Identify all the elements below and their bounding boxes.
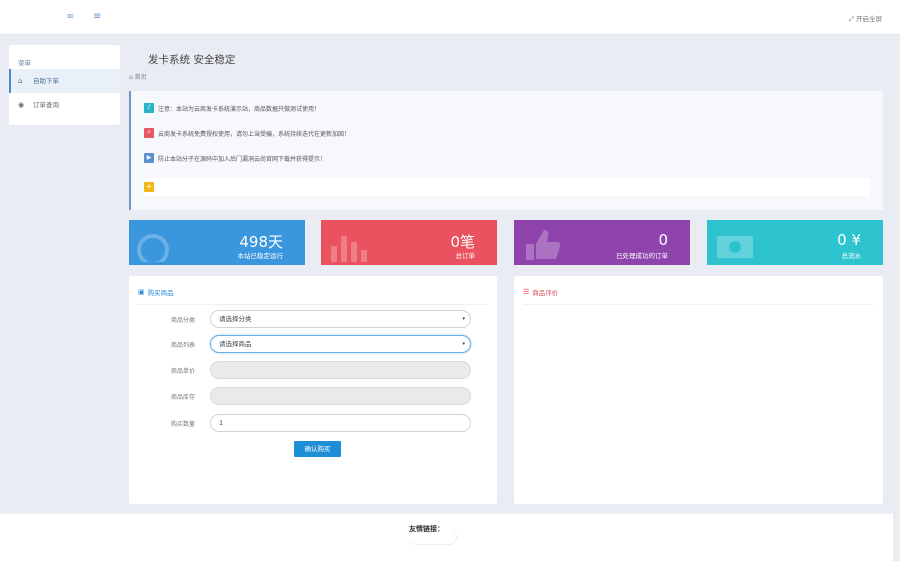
stat-label: 本站已稳定运行 [237, 252, 284, 260]
stock-field [210, 387, 471, 405]
page-title: 发卡系统 安全稳定 [148, 54, 236, 66]
stat-value: 0 [658, 231, 668, 249]
field-label: 商品分类 [170, 317, 195, 324]
thumbs-up-icon [526, 230, 561, 260]
notice-text: 防止本站分子在源码中加入后门漏洞云尚官网下载并获得提示！ [158, 155, 327, 163]
divider [138, 304, 488, 305]
confirm-buy-button[interactable]: 确认购买 [294, 441, 341, 457]
price-field [210, 361, 471, 379]
buy-panel-title: 购买商品 [147, 289, 174, 297]
sidebar-item-label: 自助下单 [33, 77, 59, 85]
home-icon: ⌂ [18, 77, 23, 85]
sidebar-item-self-order[interactable]: ⌂ 自助下单 [9, 69, 120, 93]
stat-label: 总订单 [455, 252, 476, 260]
friend-links-area [409, 529, 457, 545]
money-icon [717, 236, 753, 258]
stat-value: 0笔 [450, 233, 475, 251]
form-row-product: 商品列表 请选择商品 ▾ [129, 335, 497, 353]
product-select[interactable]: 请选择商品 ▾ [210, 335, 471, 353]
notice-text: 云商发卡系统免费授权使用，请勿上当受骗，系统持续迭代在更新加固！ [158, 130, 351, 138]
link-icon[interactable]: ∞ [66, 11, 74, 22]
notice-item: ⚡ 云商发卡系统免费授权使用，请勿上当受骗，系统持续迭代在更新加固！ [144, 128, 350, 138]
fullscreen-button[interactable]: ⤢ 开启全屏 [849, 13, 882, 24]
field-label: 购买数量 [170, 421, 195, 428]
review-panel: ☰ 商品评价 [514, 276, 883, 504]
form-row-quantity: 购买数量 1 [129, 414, 497, 432]
breadcrumb[interactable]: ⌂ 首页 [129, 72, 147, 81]
bar-chart-icon [331, 236, 367, 262]
category-select[interactable]: 请选择分类 ▾ [210, 310, 471, 328]
footer: 友情链接： [0, 514, 893, 561]
buy-panel-header: ▣ 购买商品 [138, 287, 174, 297]
caret-down-icon: ▾ [462, 316, 465, 322]
form-row-price: 商品单价 [129, 361, 497, 379]
notice-board: ♪ 注意：本站为云商发卡系统演示站，商品数据只做测试使用！ ⚡ 云商发卡系统免费… [129, 91, 883, 210]
top-navbar: ∞ ≡ ⤢ 开启全屏 [0, 0, 900, 35]
caret-down-icon: ▾ [462, 341, 465, 347]
product-select-value: 请选择商品 [219, 340, 252, 348]
bell-icon: ♪ [144, 103, 154, 113]
eye-icon: ◉ [18, 101, 25, 109]
bag-icon: ▣ [138, 288, 145, 296]
field-label: 商品列表 [170, 342, 195, 349]
notice-text: 注意：本站为云商发卡系统演示站，商品数据只做测试使用！ [158, 105, 321, 113]
speedometer-icon [137, 234, 169, 262]
notice-add-row: + [144, 178, 870, 196]
form-row-category: 商品分类 请选择分类 ▾ [129, 310, 497, 328]
sidebar-item-order-query[interactable]: ◉ 订单查询 [9, 93, 120, 117]
quantity-input[interactable]: 1 [210, 414, 471, 432]
bolt-icon: ⚡ [144, 128, 154, 138]
stat-card-completed: 0 已处理成功的订单 [514, 220, 690, 265]
stat-value: 0 ¥ [837, 231, 861, 249]
stat-value: 498天 [239, 233, 283, 251]
review-panel-title: 商品评价 [532, 289, 559, 297]
home-icon: ⌂ [129, 74, 133, 81]
sidebar: 菜单 ⌂ 自助下单 ◉ 订单查询 [9, 45, 120, 125]
menu-icon: ☰ [523, 288, 530, 296]
stat-label: 总流水 [841, 252, 862, 260]
stat-card-revenue: 0 ¥ 总流水 [707, 220, 883, 265]
notice-item: ▶ 防止本站分子在源码中加入后门漏洞云尚官网下载并获得提示！ [144, 153, 326, 163]
list-icon[interactable]: ≡ [93, 11, 101, 22]
fullscreen-label: 开启全屏 [856, 15, 882, 23]
expand-icon: ⤢ [848, 15, 854, 23]
stat-card-orders: 0笔 总订单 [321, 220, 497, 265]
sidebar-item-label: 订单查询 [33, 101, 59, 109]
category-select-value: 请选择分类 [219, 315, 252, 323]
buy-panel: ▣ 购买商品 商品分类 请选择分类 ▾ 商品列表 请选择商品 ▾ 商品单价 商品… [129, 276, 497, 504]
breadcrumb-home: 首页 [134, 74, 147, 81]
sidebar-heading: 菜单 [18, 59, 31, 67]
stat-card-uptime: 498天 本站已稳定运行 [129, 220, 305, 265]
stat-label: 已处理成功的订单 [616, 252, 668, 260]
plus-icon[interactable]: + [144, 182, 154, 192]
form-row-stock: 商品库存 [129, 387, 497, 405]
notice-item: ♪ 注意：本站为云商发卡系统演示站，商品数据只做测试使用！ [144, 103, 320, 113]
divider [523, 304, 874, 305]
field-label: 商品库存 [170, 394, 195, 401]
field-label: 商品单价 [170, 368, 195, 375]
review-panel-header: ☰ 商品评价 [523, 287, 558, 297]
megaphone-icon: ▶ [144, 153, 154, 163]
